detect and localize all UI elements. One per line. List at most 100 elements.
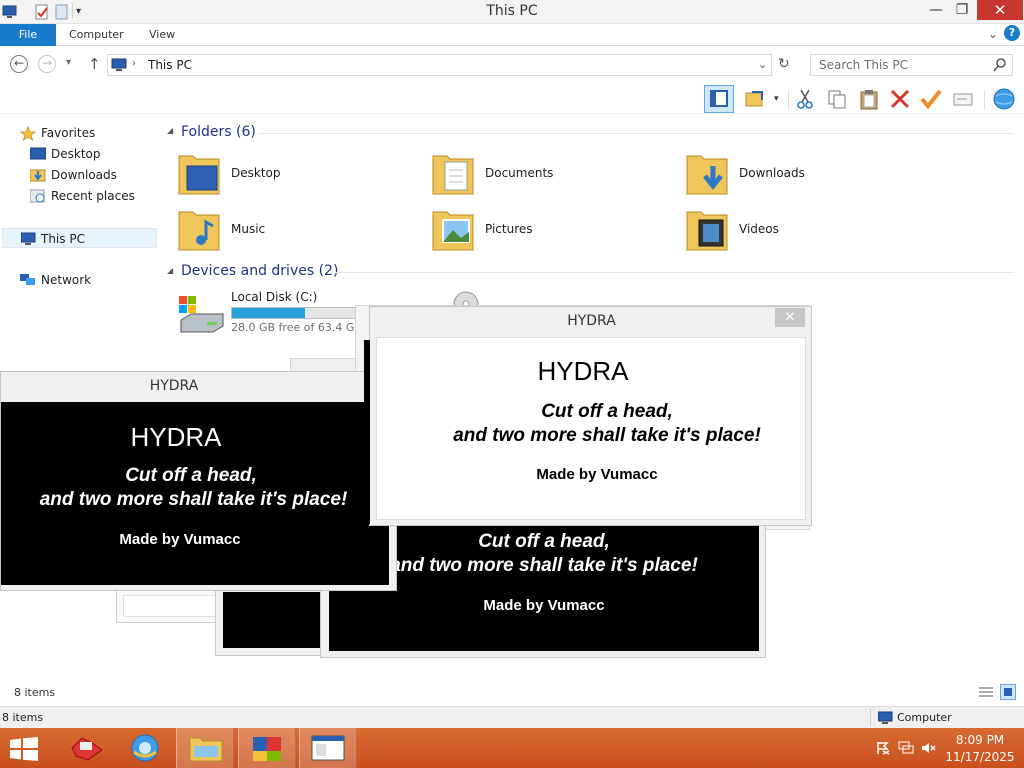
help-icon[interactable]: ?	[1004, 25, 1020, 41]
nav-desktop[interactable]: Desktop	[29, 144, 160, 164]
address-bar[interactable]: › This PC ⌄	[107, 54, 772, 76]
this-pc-icon	[111, 57, 129, 76]
status-item-count-2: 8 items	[2, 711, 44, 724]
paste-icon[interactable]	[858, 88, 880, 110]
hydra-heading: HYDRA	[130, 422, 222, 452]
taskbar-app-toolbox[interactable]	[58, 728, 116, 768]
downloads-folder-icon	[685, 148, 728, 195]
drive-name: Local Disk (C:)	[231, 290, 318, 304]
drive-free-space: 28.0 GB free of 63.4 GB	[231, 321, 362, 334]
hydra-window-front: HYDRA ✕ HYDRA Cut off a head, and two mo…	[364, 306, 812, 526]
status-bar-secondary: 8 items Computer	[0, 706, 1024, 728]
start-button-icon[interactable]	[10, 737, 38, 764]
drive-tile-c[interactable]: Local Disk (C:) 28.0 GB free of 63.4 GB	[177, 288, 367, 338]
toolbar-divider	[984, 90, 985, 110]
folder-tile-downloads[interactable]: Downloads	[685, 148, 885, 200]
hydra-window-edge	[364, 340, 370, 524]
folder-tile-desktop[interactable]: Desktop	[177, 148, 377, 200]
large-icons-view-icon[interactable]	[1000, 684, 1016, 700]
folders-group-header[interactable]: Folders (6)	[181, 124, 256, 140]
search-input[interactable]: Search This PC	[819, 58, 908, 72]
minimize-button[interactable]: —	[922, 0, 950, 20]
clock-time[interactable]: 8:09 PM	[940, 733, 1020, 747]
network-tray-icon[interactable]	[898, 741, 914, 758]
desktop-folder-icon	[177, 148, 220, 195]
collapse-drives-icon[interactable]: ◢	[167, 266, 173, 275]
volume-muted-icon[interactable]	[921, 741, 937, 758]
taskbar-app-hydra-window[interactable]	[299, 728, 357, 768]
hydra-body	[223, 592, 321, 648]
hydra-made-by: Made by Vumacc	[119, 531, 241, 548]
taskbar-app-file-explorer[interactable]	[176, 728, 234, 768]
details-view-icon[interactable]	[978, 686, 994, 703]
taskbar-app-unknown[interactable]	[238, 728, 296, 768]
ribbon-tabs: File Computer View ⌄ ?	[0, 24, 1024, 46]
nav-desktop-label: Desktop	[51, 147, 101, 161]
tab-file[interactable]: File	[0, 24, 56, 46]
clock-date[interactable]: 11/17/2025	[940, 750, 1020, 764]
tab-view[interactable]: View	[149, 24, 175, 46]
action-center-icon[interactable]	[876, 741, 890, 758]
preview-pane-icon[interactable]	[704, 85, 734, 113]
properties-folder-icon[interactable]	[744, 88, 766, 110]
hydra-window-title: HYDRA	[149, 378, 199, 394]
nav-downloads[interactable]: Downloads	[29, 165, 160, 188]
nav-recent-places[interactable]: Recent places	[29, 186, 160, 209]
copy-icon[interactable]	[826, 88, 848, 110]
folder-tile-music[interactable]: Music	[177, 204, 377, 256]
forward-icon[interactable]: →	[38, 55, 56, 73]
globe-icon[interactable]	[992, 88, 1015, 110]
command-toolbar: ▾	[0, 84, 1024, 114]
hydra-close-button[interactable]: ✕	[775, 308, 805, 327]
up-icon[interactable]: ↑	[88, 55, 101, 73]
nav-network[interactable]: Network	[20, 270, 160, 290]
delete-icon[interactable]	[889, 88, 911, 110]
folder-downloads-label: Downloads	[739, 166, 805, 180]
folder-tile-pictures[interactable]: Pictures	[431, 204, 631, 256]
folder-tile-videos[interactable]: Videos	[685, 204, 885, 256]
folder-tile-documents[interactable]: Documents	[431, 148, 631, 200]
close-button[interactable]: ✕	[977, 0, 1023, 20]
collapse-folders-icon[interactable]: ◢	[167, 126, 173, 135]
folder-pictures-label: Pictures	[485, 222, 533, 236]
videos-folder-icon	[685, 204, 728, 251]
search-icon[interactable]	[993, 57, 1007, 76]
drives-group-header[interactable]: Devices and drives (2)	[181, 263, 338, 279]
recent-locations-icon[interactable]: ▾	[66, 57, 71, 68]
tab-computer[interactable]: Computer	[69, 24, 124, 46]
pictures-folder-icon	[431, 204, 474, 251]
downloads-folder-icon	[29, 168, 46, 188]
hydra-made-by: Made by Vumacc	[536, 466, 658, 483]
cut-icon[interactable]	[794, 88, 816, 110]
refresh-icon[interactable]: ↻	[778, 56, 790, 72]
dropdown-arrow-icon[interactable]: ▾	[774, 94, 779, 104]
breadcrumb-chevron-icon[interactable]: ›	[132, 58, 136, 69]
breadcrumb-this-pc[interactable]: This PC	[148, 58, 192, 72]
recent-places-icon	[29, 189, 46, 209]
drive-usage-fill	[232, 308, 306, 318]
nav-favorites[interactable]: Favorites	[19, 123, 160, 143]
hydra-window-left: HYDRA HYDRA Cut off a head, and two more…	[0, 371, 397, 591]
taskbar: 8:09 PM 11/17/2025	[0, 728, 1024, 768]
hydra-line-1: Cut off a head,	[541, 401, 673, 422]
hydra-body: HYDRA Cut off a head, and two more shall…	[1, 402, 389, 585]
hydra-body: HYDRA Cut off a head, and two more shall…	[376, 337, 806, 520]
search-box[interactable]: Search This PC	[810, 54, 1013, 76]
back-icon[interactable]: ←	[10, 55, 28, 73]
rename-icon[interactable]	[952, 88, 974, 110]
nav-recent-places-label: Recent places	[51, 189, 135, 203]
nav-this-pc[interactable]: This PC	[2, 228, 157, 248]
network-icon	[20, 273, 36, 293]
address-dropdown-icon[interactable]: ⌄	[758, 58, 767, 71]
nav-this-pc-label: This PC	[41, 232, 85, 246]
taskbar-app-browser[interactable]	[116, 728, 174, 768]
local-disk-icon	[177, 292, 227, 339]
check-icon[interactable]	[920, 88, 942, 110]
maximize-button[interactable]: ❐	[948, 0, 976, 20]
folder-documents-label: Documents	[485, 166, 554, 180]
nav-downloads-label: Downloads	[51, 168, 117, 182]
toolbar-divider	[788, 90, 789, 110]
computer-icon	[877, 711, 894, 728]
expand-ribbon-icon[interactable]: ⌄	[988, 27, 998, 41]
folder-videos-label: Videos	[739, 222, 779, 236]
